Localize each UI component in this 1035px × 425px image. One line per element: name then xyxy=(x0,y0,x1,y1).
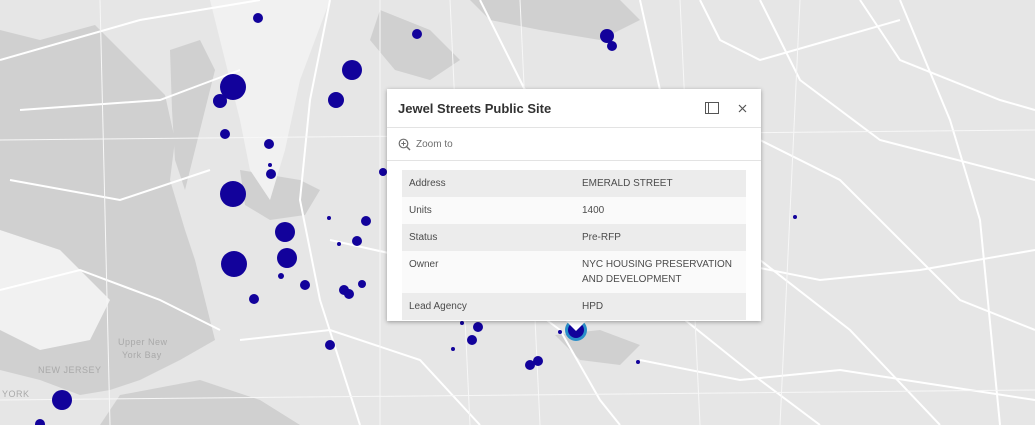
site-marker[interactable] xyxy=(327,216,331,220)
site-marker[interactable] xyxy=(352,236,362,246)
site-marker[interactable] xyxy=(379,168,387,176)
site-marker[interactable] xyxy=(277,248,297,268)
site-marker[interactable] xyxy=(264,139,274,149)
site-marker[interactable] xyxy=(636,360,640,364)
zoom-to-label: Zoom to xyxy=(416,138,453,150)
site-marker[interactable] xyxy=(337,242,341,246)
site-marker[interactable] xyxy=(220,129,230,139)
attribute-row: Units 1400 xyxy=(402,197,746,224)
site-marker[interactable] xyxy=(52,390,72,410)
attribute-key: Units xyxy=(402,197,575,224)
attribute-value: Pre-RFP xyxy=(575,224,746,251)
zoom-in-icon xyxy=(398,138,411,150)
site-marker[interactable] xyxy=(278,273,284,279)
site-marker[interactable] xyxy=(275,222,295,242)
site-marker[interactable] xyxy=(35,419,45,425)
close-icon xyxy=(738,104,746,112)
zoom-to-button[interactable]: Zoom to xyxy=(398,138,453,151)
site-marker[interactable] xyxy=(342,60,362,80)
site-marker[interactable] xyxy=(361,216,371,226)
site-marker[interactable] xyxy=(600,29,614,43)
popup-title: Jewel Streets Public Site xyxy=(398,100,552,116)
site-marker[interactable] xyxy=(268,163,272,167)
site-marker[interactable] xyxy=(460,321,464,325)
dock-button[interactable] xyxy=(699,95,725,121)
attribute-value: 1400 xyxy=(575,197,746,224)
site-marker[interactable] xyxy=(300,280,310,290)
attribute-row: Owner NYC HOUSING PRESERVATION AND DEVEL… xyxy=(402,251,746,293)
attribute-row: Lead Agency HPD xyxy=(402,293,746,320)
feature-popup: Jewel Streets Public Site Zoom to Addres… xyxy=(387,89,761,321)
site-marker[interactable] xyxy=(358,280,366,288)
map-label-new-jersey: NEW JERSEY xyxy=(38,365,102,375)
map-label-york: YORK xyxy=(2,389,30,399)
map-label-upper-new: Upper New xyxy=(118,337,168,347)
dock-icon xyxy=(705,102,719,114)
site-marker[interactable] xyxy=(607,41,617,51)
site-marker[interactable] xyxy=(412,29,422,39)
attribute-key: Address xyxy=(402,170,575,197)
site-marker[interactable] xyxy=(328,92,344,108)
popup-actions: Zoom to xyxy=(387,128,761,161)
site-marker[interactable] xyxy=(525,360,535,370)
attribute-key: Status xyxy=(402,224,575,251)
site-marker[interactable] xyxy=(473,322,483,332)
attribute-value: EMERALD STREET xyxy=(575,170,746,197)
attribute-table: Address EMERALD STREET Units 1400 Status… xyxy=(402,170,746,320)
attribute-value: HPD xyxy=(575,293,746,320)
site-marker[interactable] xyxy=(451,347,455,351)
site-marker[interactable] xyxy=(325,340,335,350)
site-marker[interactable] xyxy=(213,94,227,108)
attribute-row: Address EMERALD STREET xyxy=(402,170,746,197)
site-marker[interactable] xyxy=(253,13,263,23)
site-marker[interactable] xyxy=(344,289,354,299)
site-marker[interactable] xyxy=(558,330,562,334)
site-marker[interactable] xyxy=(220,181,246,207)
site-marker[interactable] xyxy=(249,294,259,304)
map-label-york-bay: York Bay xyxy=(122,350,162,360)
attribute-row: Status Pre-RFP xyxy=(402,224,746,251)
site-marker[interactable] xyxy=(266,169,276,179)
attribute-key: Lead Agency xyxy=(402,293,575,320)
close-button[interactable] xyxy=(729,95,755,121)
site-marker[interactable] xyxy=(221,251,247,277)
attribute-value: NYC HOUSING PRESERVATION AND DEVELOPMENT xyxy=(575,251,746,293)
site-marker[interactable] xyxy=(793,215,797,219)
attribute-key: Owner xyxy=(402,251,575,293)
site-marker[interactable] xyxy=(467,335,477,345)
popup-header: Jewel Streets Public Site xyxy=(387,89,761,128)
